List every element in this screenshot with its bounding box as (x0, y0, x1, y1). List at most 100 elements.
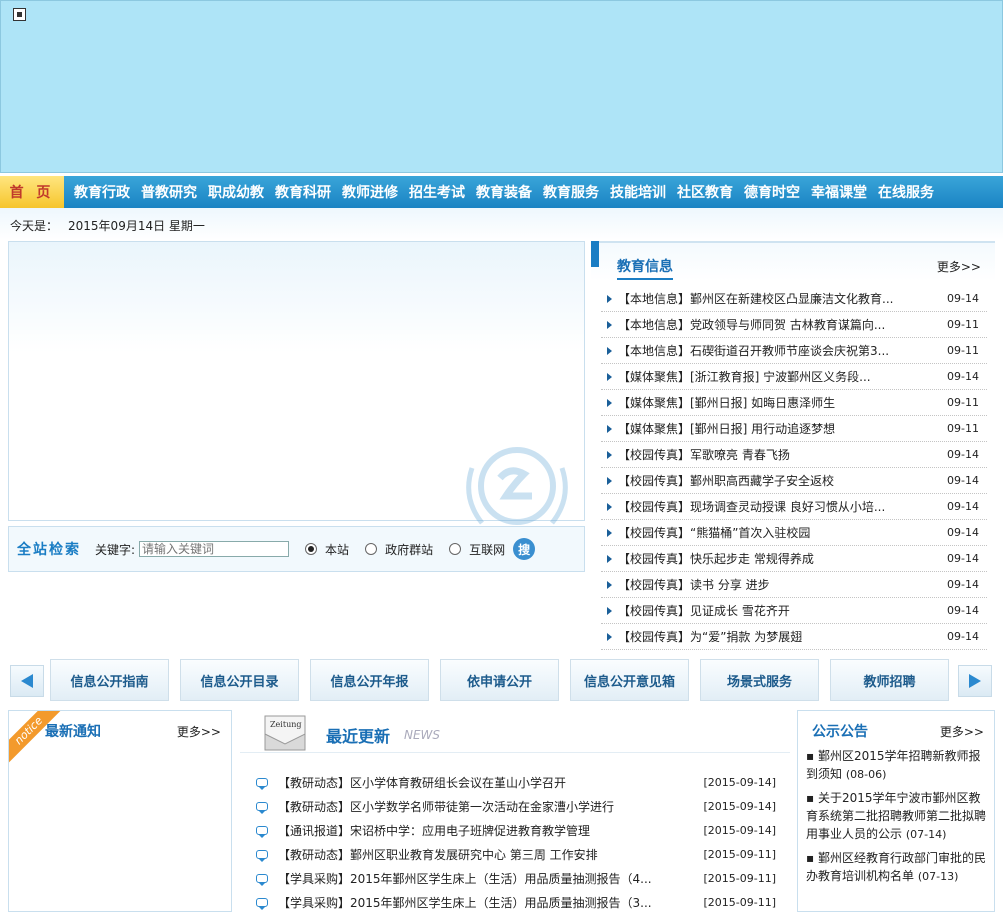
nav-item-zhichengyoujiao[interactable]: 职成幼教 (208, 182, 264, 202)
latest-notice-panel: notice 最新通知 更多>> (8, 710, 232, 912)
scope-site-radio[interactable]: 本站 (305, 541, 349, 558)
paper-label: Zeitung (270, 720, 302, 729)
update-title[interactable]: 【教研动态】区小学数学名师带徒第一次活动在金家漕小学进行 (278, 798, 696, 815)
list-item[interactable]: 【校园传真】鄞州职高西藏学子安全返校 09-14 (601, 468, 987, 494)
list-item[interactable]: 【校园传真】为“爱”捐款 为梦展翅 09-14 (601, 624, 987, 650)
nav-item-deyushikong[interactable]: 德育时空 (744, 182, 800, 202)
newspaper-icon: Zeitung (264, 715, 306, 751)
list-item[interactable]: 【教研动态】区小学数学名师带徒第一次活动在金家漕小学进行 [2015-09-14] (256, 794, 776, 818)
news-title[interactable]: 【媒体聚焦】[鄞州日报] 用行动追逐梦想 (618, 420, 931, 437)
education-info-more-link[interactable]: 更多>> (937, 258, 981, 275)
nav-item-zhaoshengkaoshi[interactable]: 招生考试 (409, 182, 465, 202)
bullet-arrow-icon (607, 372, 612, 381)
list-item[interactable]: 【本地信息】党政领导与师同贺 古林教育谋篇向... 09-11 (601, 312, 987, 338)
list-item[interactable]: ▪ 关于2015学年宁波市鄞州区教育系统第二批招聘教师第二批拟聘用事业人员的公示… (806, 789, 986, 844)
service-open-guide[interactable]: 信息公开指南 (50, 659, 169, 701)
nav-item-shequjiaoyu[interactable]: 社区教育 (677, 182, 733, 202)
scope-gov-radio[interactable]: 政府群站 (365, 541, 433, 558)
list-item[interactable]: 【校园传真】现场调查灵动授课 良好习惯从小培... 09-14 (601, 494, 987, 520)
bullet-arrow-icon (607, 398, 612, 407)
nav-item-jiaoyukeyan[interactable]: 教育科研 (275, 182, 331, 202)
list-item[interactable]: 【媒体聚焦】[鄞州日报] 如晦日惠泽师生 09-11 (601, 390, 987, 416)
divider (240, 752, 790, 753)
news-date: 09-14 (947, 500, 979, 513)
list-item[interactable]: 【校园传真】军歌嘹亮 青春飞扬 09-14 (601, 442, 987, 468)
list-item[interactable]: 【学具采购】2015年鄞州区学生床上（生活）用品质量抽测报告（4... [2015… (256, 866, 776, 890)
list-item[interactable]: 【校园传真】读书 分享 进步 09-14 (601, 572, 987, 598)
news-date: 09-14 (947, 604, 979, 617)
comment-bubble-icon (256, 897, 268, 910)
service-scenario[interactable]: 场景式服务 (700, 659, 819, 701)
news-title[interactable]: 【校园传真】鄞州职高西藏学子安全返校 (618, 472, 931, 489)
service-apply-disclosure[interactable]: 依申请公开 (440, 659, 559, 701)
list-item[interactable]: 【媒体聚焦】[浙江教育报] 宁波鄞州区义务段... 09-14 (601, 364, 987, 390)
nav-item-jiaoyuxingzheng[interactable]: 教育行政 (74, 182, 130, 202)
news-title[interactable]: 【校园传真】军歌嘹亮 青春飞扬 (618, 446, 931, 463)
news-title[interactable]: 【本地信息】鄞州区在新建校区凸显廉洁文化教育... (618, 290, 931, 307)
news-title[interactable]: 【校园传真】现场调查灵动授课 良好习惯从小培... (618, 498, 931, 515)
list-item[interactable]: ▪ 鄞州区经教育行政部门审批的民办教育培训机构名单 (07-13) (806, 849, 986, 886)
service-strip: 信息公开指南 信息公开目录 信息公开年报 依申请公开 信息公开意见箱 场景式服务… (8, 659, 995, 701)
education-info-header: 教育信息 更多>> (591, 241, 995, 281)
list-item[interactable]: ▪ 鄞州区2015学年招聘新教师报到须知 (08-06) (806, 747, 986, 784)
update-title[interactable]: 【教研动态】鄞州区职业教育发展研究中心 第三周 工作安排 (278, 846, 696, 863)
list-item[interactable]: 【校园传真】见证成长 雪花齐开 09-14 (601, 598, 987, 624)
scroll-right-button[interactable] (958, 665, 992, 697)
nav-item-pujiaoyanjiu[interactable]: 普教研究 (141, 182, 197, 202)
latest-notice-more-link[interactable]: 更多>> (177, 723, 221, 740)
service-teacher-recruit[interactable]: 教师招聘 (830, 659, 949, 701)
nav-item-jiaoyuzhuangbei[interactable]: 教育装备 (476, 182, 532, 202)
list-item[interactable]: 【媒体聚焦】[鄞州日报] 用行动追逐梦想 09-11 (601, 416, 987, 442)
bullet-arrow-icon (607, 528, 612, 537)
nav-item-jiaoshijinxiu[interactable]: 教师进修 (342, 182, 398, 202)
news-title[interactable]: 【媒体聚焦】[鄞州日报] 如晦日惠泽师生 (618, 394, 931, 411)
scroll-left-button[interactable] (10, 665, 44, 697)
news-title[interactable]: 【校园传真】“熊猫桶”首次入驻校园 (618, 524, 931, 541)
list-item[interactable]: 【本地信息】石碶街道召开教师节座谈会庆祝第3... 09-11 (601, 338, 987, 364)
nav-item-xingfuketang[interactable]: 幸福课堂 (811, 182, 867, 202)
announcement-more-link[interactable]: 更多>> (940, 723, 984, 740)
list-item[interactable]: 【通讯报道】宋诏桥中学：应用电子班牌促进教育教学管理 [2015-09-14] (256, 818, 776, 842)
update-title[interactable]: 【学具采购】2015年鄞州区学生床上（生活）用品质量抽测报告（4... (278, 870, 696, 887)
latest-notice-title: 最新通知 (45, 724, 101, 740)
list-item[interactable]: 【本地信息】鄞州区在新建校区凸显廉洁文化教育... 09-14 (601, 286, 987, 312)
search-title: 全站检索 (17, 542, 81, 558)
nav-item-zaixianfuwu[interactable]: 在线服务 (878, 182, 934, 202)
announcement-text[interactable]: 鄞州区经教育行政部门审批的民办教育培训机构名单 (806, 851, 986, 883)
radio-icon (365, 543, 378, 555)
news-title[interactable]: 【媒体聚焦】[浙江教育报] 宁波鄞州区义务段... (618, 368, 931, 385)
list-item[interactable]: 【教研动态】鄞州区职业教育发展研究中心 第三周 工作安排 [2015-09-11] (256, 842, 776, 866)
news-title[interactable]: 【校园传真】读书 分享 进步 (618, 576, 931, 593)
service-feedback-box[interactable]: 信息公开意见箱 (570, 659, 689, 701)
search-input[interactable] (139, 541, 290, 557)
panel-corner-marker (591, 241, 599, 267)
bullet-arrow-icon (607, 502, 612, 511)
service-open-annual-report[interactable]: 信息公开年报 (310, 659, 429, 701)
bullet-arrow-icon (607, 554, 612, 563)
announcement-text[interactable]: 关于2015学年宁波市鄞州区教育系统第二批招聘教师第二批拟聘用事业人员的公示 (806, 791, 986, 841)
nav-item-jinengpeixun[interactable]: 技能培训 (610, 182, 666, 202)
news-date: 09-11 (947, 318, 979, 331)
news-title[interactable]: 【校园传真】见证成长 雪花齐开 (618, 602, 931, 619)
education-info-list: 【本地信息】鄞州区在新建校区凸显廉洁文化教育... 09-14 【本地信息】党政领… (591, 286, 995, 650)
news-date: 09-11 (947, 344, 979, 357)
news-title[interactable]: 【校园传真】为“爱”捐款 为梦展翅 (618, 628, 931, 645)
list-item[interactable]: 【校园传真】“熊猫桶”首次入驻校园 09-14 (601, 520, 987, 546)
news-title[interactable]: 【本地信息】党政领导与师同贺 古林教育谋篇向... (618, 316, 931, 333)
comment-bubble-icon (256, 777, 268, 790)
update-title[interactable]: 【教研动态】区小学体育教研组长会议在堇山小学召开 (278, 774, 696, 791)
service-open-catalog[interactable]: 信息公开目录 (180, 659, 299, 701)
news-title[interactable]: 【本地信息】石碶街道召开教师节座谈会庆祝第3... (618, 342, 931, 359)
list-item[interactable]: 【校园传真】快乐起步走 常规得养成 09-14 (601, 546, 987, 572)
nav-home[interactable]: 首 页 (0, 176, 64, 208)
news-date: 09-14 (947, 526, 979, 539)
nav-item-jiaoyufuwu[interactable]: 教育服务 (543, 182, 599, 202)
list-item[interactable]: 【学具采购】2015年鄞州区学生床上（生活）用品质量抽测报告（3... [2015… (256, 890, 776, 914)
recent-updates-list: 【教研动态】区小学体育教研组长会议在堇山小学召开 [2015-09-14] 【教研… (256, 770, 776, 914)
announcement-text[interactable]: 鄞州区2015学年招聘新教师报到须知 (806, 749, 981, 781)
flash-placeholder-icon[interactable] (13, 8, 26, 21)
update-title[interactable]: 【通讯报道】宋诏桥中学：应用电子班牌促进教育教学管理 (278, 822, 696, 839)
list-item[interactable]: 【教研动态】区小学体育教研组长会议在堇山小学召开 [2015-09-14] (256, 770, 776, 794)
update-title[interactable]: 【学具采购】2015年鄞州区学生床上（生活）用品质量抽测报告（3... (278, 894, 696, 911)
news-title[interactable]: 【校园传真】快乐起步走 常规得养成 (618, 550, 931, 567)
